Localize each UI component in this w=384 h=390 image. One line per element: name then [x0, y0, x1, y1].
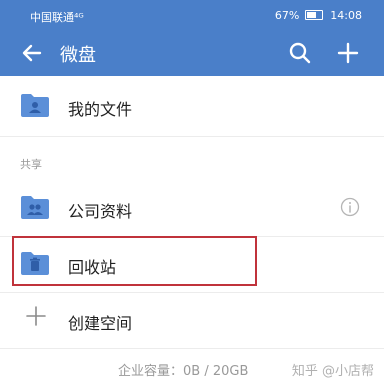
create-space-label: 创建空间 [68, 314, 133, 333]
folder-group-icon [20, 194, 50, 220]
search-icon[interactable] [286, 39, 314, 67]
add-space-icon [24, 304, 48, 328]
carrier-label: 中国联通⁴ᴳ [30, 11, 84, 24]
battery-percent: 67% [274, 9, 300, 22]
page-title: 微盘 [60, 45, 96, 66]
status-bar: 中国联通⁴ᴳ 67% 14:08 [0, 0, 384, 30]
list-item-my-files[interactable]: 我的文件 [0, 78, 384, 134]
folder-user-icon [20, 92, 50, 118]
capacity-text: 企业容量：0B / 20GB [118, 364, 249, 379]
app-bar: 微盘 [0, 30, 384, 76]
watermark: 知乎 @小店帮 [291, 364, 374, 379]
divider [0, 136, 384, 137]
shared-section-header: 共享 [20, 158, 42, 171]
my-files-label: 我的文件 [68, 100, 133, 119]
battery-icon [304, 10, 323, 20]
list-item-company-files[interactable]: 公司资料 [0, 180, 384, 236]
list-item-create-space[interactable]: 创建空间 [0, 292, 384, 348]
info-icon[interactable] [340, 197, 360, 217]
clock: 14:08 [330, 9, 362, 22]
plus-icon[interactable] [334, 39, 362, 67]
back-arrow-icon[interactable] [18, 39, 46, 67]
company-files-label: 公司资料 [68, 202, 133, 221]
divider [0, 348, 384, 349]
status-right: 67% 14:08 [275, 9, 362, 22]
highlight-box [12, 236, 257, 286]
